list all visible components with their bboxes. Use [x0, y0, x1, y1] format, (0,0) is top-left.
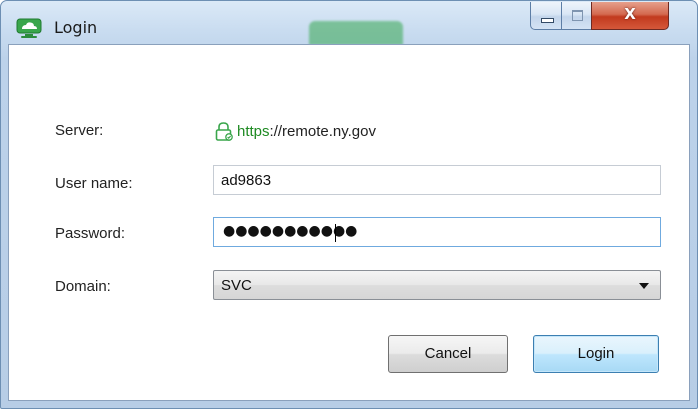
server-scheme: https	[237, 122, 270, 140]
minimize-icon	[541, 18, 554, 23]
login-button[interactable]: Login	[533, 335, 659, 373]
title-bar[interactable]: Login X	[1, 1, 697, 45]
dialog-content: Server: https://remote.ny.gov User name:…	[8, 44, 690, 401]
login-window: Login X Server: https://remote.ny.gov U…	[0, 0, 698, 409]
password-input[interactable]: ●●●●●●●●●●●	[213, 217, 661, 247]
window-title: Login	[54, 18, 98, 37]
monitor-cloud-icon	[15, 17, 45, 39]
maximize-icon	[572, 10, 583, 21]
domain-select[interactable]: SVC	[213, 270, 661, 300]
maximize-button[interactable]	[561, 2, 592, 30]
username-label: User name:	[55, 175, 133, 192]
minimize-button[interactable]	[530, 2, 562, 30]
domain-label: Domain:	[55, 278, 111, 295]
domain-selected-value: SVC	[221, 277, 252, 294]
title-bar-decoration	[309, 21, 403, 45]
cancel-button[interactable]: Cancel	[388, 335, 508, 373]
close-icon: X	[624, 5, 636, 23]
chevron-down-icon[interactable]	[639, 283, 649, 289]
password-masked-value: ●●●●●●●●●●●	[223, 223, 358, 239]
password-label: Password:	[55, 225, 126, 242]
server-host: ://remote.ny.gov	[269, 122, 376, 140]
username-input[interactable]	[213, 165, 661, 195]
text-caret	[335, 224, 336, 242]
close-button[interactable]: X	[591, 2, 669, 30]
lock-icon	[213, 120, 235, 142]
server-value: https://remote.ny.gov	[213, 119, 376, 143]
server-label: Server:	[55, 122, 104, 139]
